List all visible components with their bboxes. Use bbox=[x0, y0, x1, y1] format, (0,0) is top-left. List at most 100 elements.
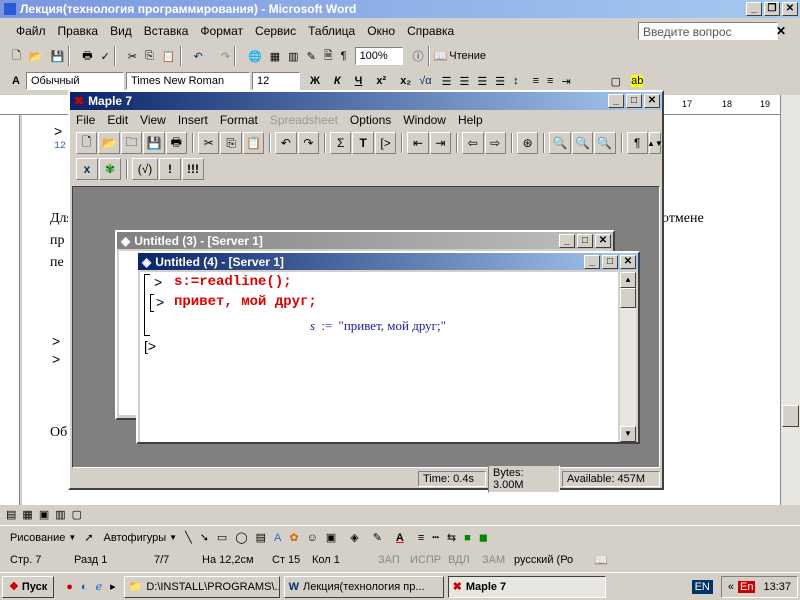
style-select[interactable]: Обычный bbox=[25, 72, 124, 90]
text-mode-button[interactable]: x bbox=[76, 158, 98, 180]
print-icon[interactable]: 🖶 bbox=[82, 47, 92, 66]
menu-table[interactable]: Таблица bbox=[308, 24, 355, 38]
menu-format[interactable]: Формат bbox=[200, 24, 243, 38]
start-button[interactable]: ❖ Пуск bbox=[2, 575, 55, 598]
back-icon[interactable]: ⇦ bbox=[462, 132, 484, 154]
numbering-icon[interactable]: ≡ bbox=[533, 75, 539, 87]
web-view-icon[interactable]: ▦ bbox=[22, 508, 32, 521]
underline-button[interactable]: Ч bbox=[355, 75, 363, 87]
outline-view-icon[interactable]: ▥ bbox=[55, 508, 65, 521]
3d-icon[interactable]: ◼ bbox=[479, 531, 488, 544]
table-icon[interactable]: ▦ bbox=[270, 50, 280, 63]
undo-icon[interactable]: ↶ bbox=[194, 50, 203, 63]
w3-maximize-button[interactable]: □ bbox=[577, 233, 593, 248]
w3-minimize-button[interactable]: _ bbox=[559, 233, 575, 248]
superscript-icon[interactable]: x² bbox=[376, 75, 386, 87]
cut-icon[interactable]: ✂ bbox=[198, 132, 220, 154]
new-icon[interactable]: 🗋 bbox=[12, 47, 21, 66]
w4-maximize-button[interactable]: □ bbox=[602, 254, 618, 269]
task-maple[interactable]: ✖ Maple 7 bbox=[447, 575, 606, 598]
execute-all-button[interactable]: !!! bbox=[182, 158, 204, 180]
italic-button[interactable]: К bbox=[334, 75, 341, 87]
worksheet-4-body[interactable]: > s:=readline(); > привет, мой друг; s :… bbox=[140, 272, 618, 442]
spell-icon[interactable]: ✓ bbox=[101, 50, 110, 63]
stop-icon[interactable]: ⊛ bbox=[516, 132, 539, 154]
maple-maximize-button[interactable]: □ bbox=[626, 94, 642, 108]
new-icon[interactable]: 🗋 bbox=[76, 132, 98, 154]
quick-desktop-icon[interactable]: ◐ bbox=[81, 581, 88, 593]
equation-icon[interactable]: √α bbox=[419, 75, 431, 87]
menu-edit[interactable]: Правка bbox=[58, 24, 99, 38]
line-style-icon[interactable]: ≡ bbox=[418, 532, 424, 544]
border-icon[interactable]: ▢ bbox=[611, 75, 621, 88]
scroll-down-icon[interactable]: ▼ bbox=[620, 426, 636, 442]
draw-menu[interactable]: Рисование bbox=[10, 532, 65, 544]
show-markers-icon[interactable]: ¶ bbox=[626, 132, 648, 154]
copy-icon[interactable]: ⎘ bbox=[220, 132, 242, 154]
save-icon[interactable]: 💾 bbox=[51, 50, 65, 63]
print-view-icon[interactable]: ▣ bbox=[39, 508, 49, 521]
redo-icon[interactable]: ↷ bbox=[297, 132, 320, 154]
open-icon[interactable]: 📂 bbox=[98, 132, 120, 154]
arrow-style-icon[interactable]: ⇆ bbox=[447, 531, 456, 544]
read-icon[interactable]: 📖 bbox=[434, 50, 448, 63]
quick-ie-icon[interactable]: ℯ bbox=[96, 580, 103, 593]
shadow-icon[interactable]: ■ bbox=[464, 532, 471, 544]
toolbar-scroll-icon[interactable]: ▲▼ bbox=[647, 132, 663, 154]
empty-prompt[interactable]: [> bbox=[144, 338, 156, 354]
menu-insert[interactable]: Вставка bbox=[144, 24, 189, 38]
execute-button[interactable]: ! bbox=[159, 158, 181, 180]
redo-icon[interactable]: ↷ bbox=[221, 50, 230, 63]
docmap-icon[interactable]: 🗎 bbox=[324, 47, 333, 66]
copy-icon[interactable]: ⎘ bbox=[145, 50, 154, 63]
bullets-icon[interactable]: ≡ bbox=[547, 75, 553, 87]
line-icon[interactable]: ╲ bbox=[185, 531, 192, 544]
worksheet-4-titlebar[interactable]: ◈ Untitled (4) - [Server 1] _ □ ✕ bbox=[138, 253, 638, 270]
columns-icon[interactable]: ▥ bbox=[288, 50, 298, 63]
diagram-icon[interactable]: ✿ bbox=[289, 531, 298, 544]
picture-icon[interactable]: ▣ bbox=[326, 531, 336, 544]
pilcrow-icon[interactable]: ¶ bbox=[341, 50, 347, 62]
menu-help[interactable]: Справка bbox=[407, 24, 454, 38]
w4-minimize-button[interactable]: _ bbox=[584, 254, 600, 269]
paste-icon[interactable]: 📋 bbox=[162, 50, 176, 63]
worksheet-4-vscroll[interactable]: ▲ ▼ bbox=[620, 272, 636, 442]
zoom-100-icon[interactable]: 🔍 bbox=[549, 132, 571, 154]
w3-close-button[interactable]: ✕ bbox=[595, 233, 611, 248]
open-url-icon[interactable]: 🗀 bbox=[120, 132, 143, 154]
styles-icon[interactable]: A bbox=[12, 75, 20, 87]
paste-icon[interactable]: 📋 bbox=[242, 132, 265, 154]
worksheet-3-titlebar[interactable]: ◈ Untitled (3) - [Server 1] _ □ ✕ bbox=[117, 232, 613, 249]
undo-icon[interactable]: ↶ bbox=[275, 132, 297, 154]
zoom-200-icon[interactable]: 🔍 bbox=[594, 132, 616, 154]
ask-question-input[interactable]: Введите вопрос bbox=[638, 22, 778, 40]
line-color-icon[interactable]: ✎ bbox=[373, 531, 382, 544]
maple-minimize-button[interactable]: _ bbox=[608, 94, 624, 108]
tray-lang[interactable]: En bbox=[738, 580, 756, 593]
menu-window[interactable]: Окно bbox=[367, 24, 395, 38]
zoom-select[interactable]: 100% bbox=[354, 47, 403, 65]
hyperlink-icon[interactable]: 🌐 bbox=[248, 50, 262, 63]
menu-view[interactable]: Вид bbox=[110, 24, 132, 38]
font-select[interactable]: Times New Roman bbox=[125, 72, 250, 90]
outdent-icon[interactable]: ⇤ bbox=[407, 132, 429, 154]
tray-arrow-icon[interactable]: « bbox=[728, 581, 734, 593]
task-install[interactable]: 📁 D:\INSTALL\PROGRAMS\... bbox=[123, 575, 280, 598]
close-button[interactable]: ✕ bbox=[782, 2, 798, 16]
arrow-icon[interactable]: ➘ bbox=[200, 531, 209, 544]
maple-leaf-icon[interactable]: ✾ bbox=[99, 158, 121, 180]
maple-close-button[interactable]: ✕ bbox=[644, 94, 660, 108]
size-select[interactable]: 12 bbox=[251, 72, 300, 90]
align-center-icon[interactable]: ☰ bbox=[459, 75, 469, 88]
indent-icon[interactable]: ⇥ bbox=[561, 75, 570, 88]
align-right-icon[interactable]: ☰ bbox=[477, 75, 487, 88]
menu-tools[interactable]: Сервис bbox=[255, 24, 296, 38]
zoom-150-icon[interactable]: 🔍 bbox=[571, 132, 594, 154]
restore-button[interactable]: ❐ bbox=[764, 2, 780, 16]
read-button[interactable]: Чтение bbox=[449, 50, 486, 62]
scroll-up-icon[interactable]: ▲ bbox=[620, 272, 636, 288]
font-color-icon[interactable]: A bbox=[396, 532, 404, 544]
justify-icon[interactable]: ☰ bbox=[495, 75, 505, 88]
linespacing-icon[interactable]: ↕ bbox=[513, 75, 519, 87]
select-pointer-icon[interactable]: ➚ bbox=[84, 531, 93, 544]
